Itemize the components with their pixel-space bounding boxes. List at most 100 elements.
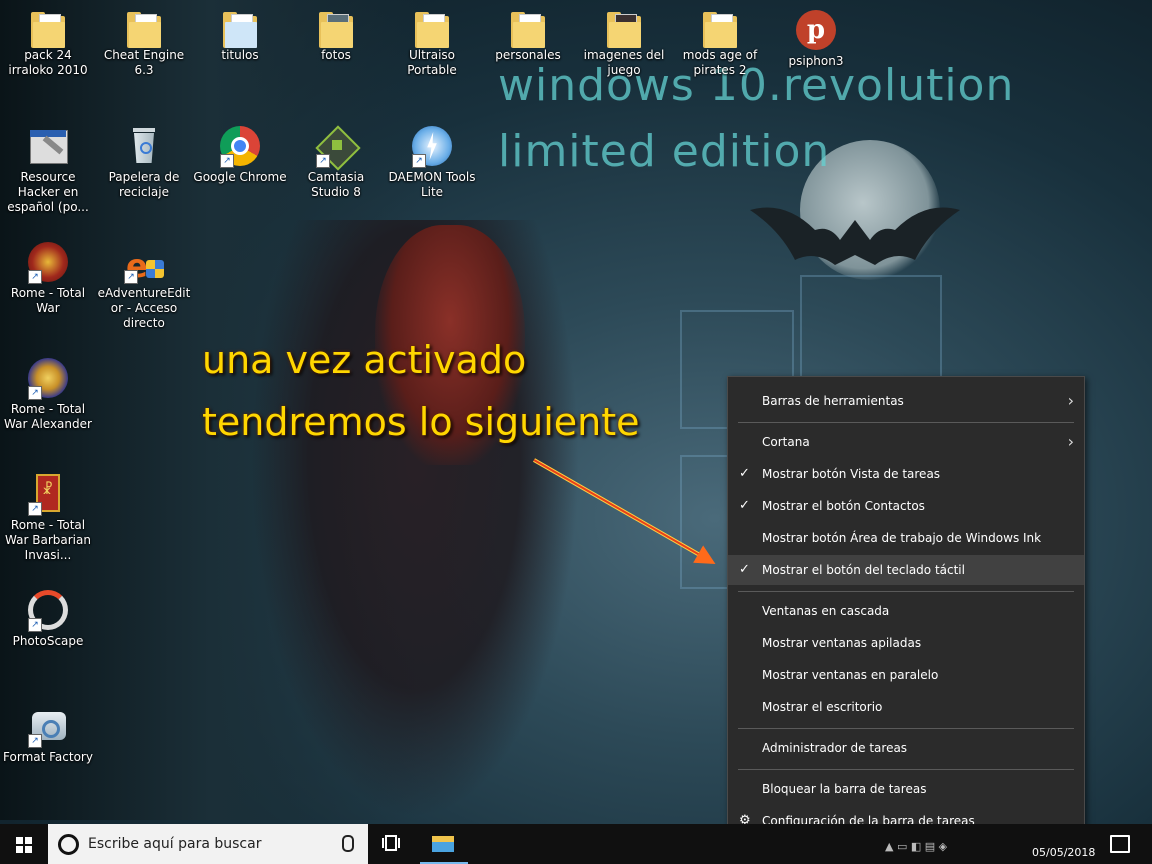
menu-item-show-desktop[interactable]: Mostrar el escritorio (728, 692, 1084, 722)
desktop-icon-label: Format Factory (3, 750, 93, 764)
folder-icon (223, 12, 257, 48)
menu-item-label: Bloquear la barra de tareas (762, 782, 927, 796)
search-box[interactable]: Escribe aquí para buscar (48, 824, 368, 864)
menu-separator (738, 422, 1074, 423)
menu-item-label: Mostrar ventanas en paralelo (762, 668, 939, 682)
desktop-icon-recycle-bin[interactable]: Papelera de reciclaje (96, 126, 192, 200)
menu-item-task-view[interactable]: ✓ Mostrar botón Vista de tareas (728, 459, 1084, 489)
desktop-icon-titulos[interactable]: titulos (192, 10, 288, 63)
menu-item-toolbars[interactable]: Barras de herramientas › (728, 386, 1084, 416)
menu-item-cortana[interactable]: Cortana › (728, 427, 1084, 457)
cortana-icon (58, 834, 79, 855)
desktop-icon-label: eAdventureEditor - Acceso directo (97, 286, 191, 330)
menu-item-windows-ink[interactable]: Mostrar botón Área de trabajo de Windows… (728, 523, 1084, 553)
camtasia-icon: ↗ (315, 125, 361, 171)
desktop-icon-rome-alexander[interactable]: ↗ Rome - Total War Alexander (0, 358, 96, 432)
clock-date[interactable]: 05/05/2018 (1032, 846, 1095, 859)
menu-item-touch-keyboard[interactable]: ✓ Mostrar el botón del teclado táctil (728, 555, 1084, 585)
desktop-icon-label: PhotoScape (12, 634, 84, 648)
desktop-icon-chrome[interactable]: ↗ Google Chrome (192, 126, 288, 185)
desktop-icon-daemon-tools[interactable]: ↗ DAEMON Tools Lite (384, 126, 480, 200)
format-factory-icon: ↗ (28, 706, 68, 748)
menu-item-cascade[interactable]: Ventanas en cascada (728, 596, 1084, 626)
menu-item-stacked[interactable]: Mostrar ventanas apiladas (728, 628, 1084, 658)
desktop-icon-label: Cheat Engine 6.3 (103, 48, 185, 77)
desktop-icon-psiphon[interactable]: p psiphon3 (768, 10, 864, 69)
menu-item-label: Ventanas en cascada (762, 604, 890, 618)
menu-item-label: Mostrar botón Área de trabajo de Windows… (762, 531, 1042, 545)
folder-icon (703, 12, 737, 48)
desktop-icon-label: mods age of pirates 2 (682, 48, 758, 77)
desktop-icon-mods[interactable]: mods age of pirates 2 (672, 10, 768, 78)
desktop-icon-label: Ultraiso Portable (407, 48, 457, 77)
desktop-icon-resource-hacker[interactable]: Resource Hacker en español (po... (0, 126, 96, 215)
windows-logo-icon (16, 837, 32, 853)
desktop-icon-label: titulos (221, 48, 259, 62)
desktop-icon-camtasia[interactable]: ↗ Camtasia Studio 8 (288, 125, 384, 200)
desktop-icon-fotos[interactable]: fotos (288, 10, 384, 63)
menu-item-side-by-side[interactable]: Mostrar ventanas en paralelo (728, 660, 1084, 690)
chevron-right-icon: › (1067, 391, 1074, 410)
menu-item-label: Mostrar el botón del teclado táctil (762, 563, 965, 577)
rome-barbarian-icon: ☧ ↗ (28, 474, 68, 516)
menu-item-label: Mostrar el botón Contactos (762, 499, 925, 513)
desktop-icon-rome[interactable]: ↗ Rome - Total War (0, 242, 96, 316)
menu-item-label: Administrador de tareas (762, 741, 908, 755)
menu-item-task-manager[interactable]: Administrador de tareas (728, 733, 1084, 763)
desktop-icon-cheat-engine[interactable]: Cheat Engine 6.3 (96, 10, 192, 78)
file-explorer-button[interactable] (420, 824, 468, 864)
desktop-icon-photoscape[interactable]: ↗ PhotoScape (0, 590, 96, 649)
shortcut-arrow-icon: ↗ (316, 154, 330, 168)
desktop-icon-format-factory[interactable]: ↗ Format Factory (0, 706, 96, 765)
shortcut-arrow-icon: ↗ (28, 502, 42, 516)
menu-item-label: Mostrar el escritorio (762, 700, 883, 714)
desktop-icon-label: Google Chrome (193, 170, 287, 184)
rome-icon: ↗ (28, 242, 68, 284)
task-view-button[interactable] (382, 835, 400, 851)
daemon-tools-icon: ↗ (412, 126, 452, 168)
shortcut-arrow-icon: ↗ (124, 270, 138, 284)
taskbar-context-menu: Barras de herramientas › Cortana › ✓ Mos… (727, 376, 1085, 840)
desktop-icon-pack24[interactable]: pack 24 irraloko 2010 (0, 10, 96, 78)
checkmark-icon: ✓ (739, 466, 750, 481)
system-tray-icons[interactable]: ▲ ▭ ◧ ▤ ◈ (885, 840, 947, 853)
desktop-icon-eadventure[interactable]: e ↗ eAdventureEditor - Acceso directo (96, 242, 192, 331)
desktop-icon-label: imagenes del juego (583, 48, 665, 77)
rome-alexander-icon: ↗ (28, 358, 68, 400)
menu-item-label: Barras de herramientas (762, 394, 904, 408)
checkmark-icon: ✓ (739, 498, 750, 513)
desktop-icon-label: Resource Hacker en español (po... (7, 170, 89, 214)
wallpaper-bat (750, 207, 960, 265)
desktop-icon-label: DAEMON Tools Lite (388, 170, 476, 199)
annotation-line2: tendremos lo siguiente (202, 400, 640, 444)
menu-item-label: Mostrar botón Vista de tareas (762, 467, 941, 481)
desktop-icon-label: Rome - Total War (10, 286, 86, 315)
menu-separator (738, 769, 1074, 770)
folder-icon (511, 12, 545, 48)
menu-item-contacts[interactable]: ✓ Mostrar el botón Contactos (728, 491, 1084, 521)
desktop-icon-ultraiso[interactable]: Ultraiso Portable (384, 10, 480, 78)
desktop-icon-label: Rome - Total War Barbarian Invasi... (5, 518, 91, 562)
desktop-icon-personales[interactable]: personales (480, 10, 576, 63)
menu-item-label: Mostrar ventanas apiladas (762, 636, 922, 650)
shortcut-arrow-icon: ↗ (28, 386, 42, 400)
menu-separator (738, 591, 1074, 592)
desktop-icon-rome-barbarian[interactable]: ☧ ↗ Rome - Total War Barbarian Invasi... (0, 474, 96, 563)
chevron-right-icon: › (1067, 432, 1074, 451)
desktop-icon-label: Camtasia Studio 8 (307, 170, 365, 199)
start-button[interactable] (0, 824, 48, 864)
desktop-icon-label: pack 24 irraloko 2010 (8, 48, 88, 77)
eadventure-icon: e ↗ (124, 242, 164, 284)
microphone-icon[interactable] (342, 835, 354, 852)
desktop-icon-imagenes[interactable]: imagenes del juego (576, 10, 672, 78)
folder-icon (415, 12, 449, 48)
desktop-icon-label: Rome - Total War Alexander (4, 402, 92, 431)
wallpaper-watermark-line2: limited edition (498, 126, 831, 177)
shortcut-arrow-icon: ↗ (28, 618, 42, 632)
shortcut-arrow-icon: ↗ (412, 154, 426, 168)
psiphon-icon: p (796, 10, 836, 50)
action-center-icon[interactable] (1110, 835, 1130, 853)
menu-item-lock-taskbar[interactable]: Bloquear la barra de tareas (728, 774, 1084, 804)
taskbar: Escribe aquí para buscar ▲ ▭ ◧ ▤ ◈ 05/05… (0, 824, 1152, 864)
desktop-icon-label: psiphon3 (788, 54, 844, 68)
